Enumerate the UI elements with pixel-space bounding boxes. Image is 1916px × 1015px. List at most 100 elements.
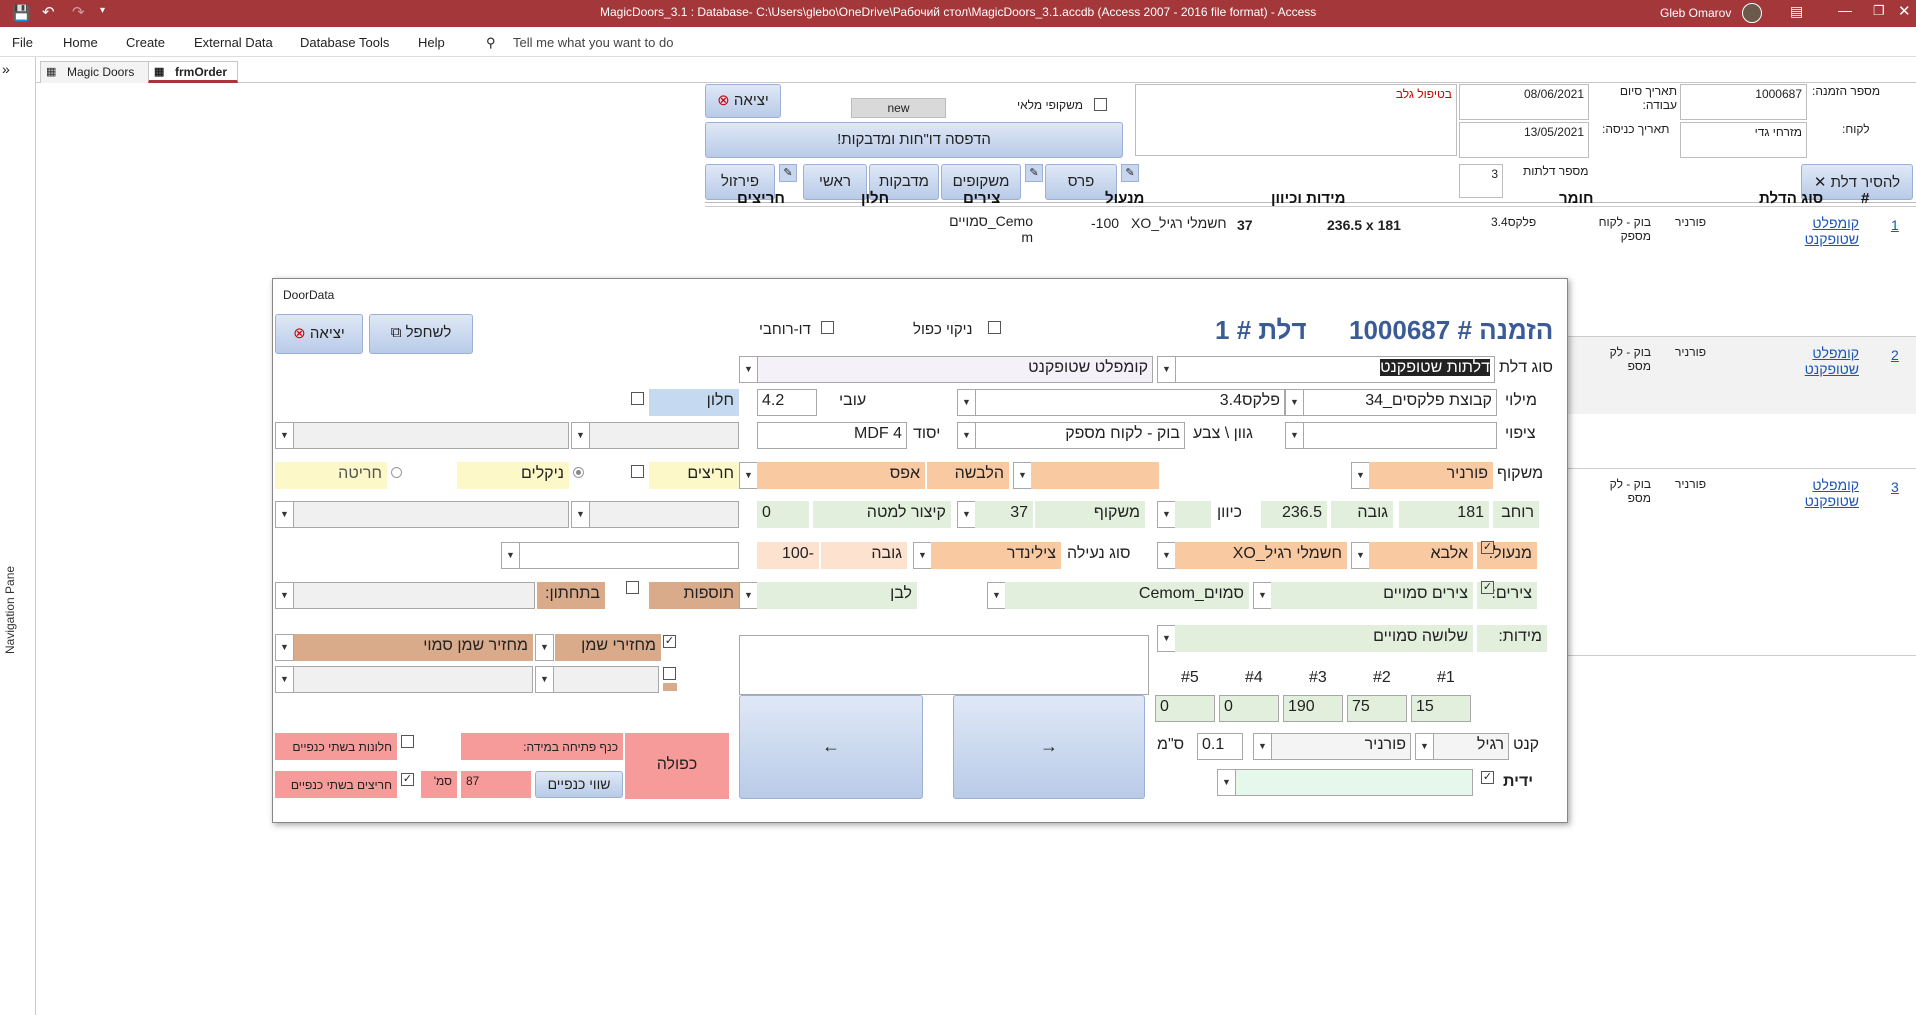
door-subtype-field[interactable]: קומפלט שטופקנט: [757, 356, 1153, 383]
lock1-field[interactable]: אלבא: [1369, 542, 1473, 569]
edge1-field[interactable]: רגיל: [1433, 733, 1509, 760]
fill1-field[interactable]: קבוצת פלקסים_34: [1303, 389, 1497, 416]
edit-pirzul-icon[interactable]: ✎: [779, 164, 797, 182]
direction-field[interactable]: [1175, 501, 1211, 528]
customer-field[interactable]: מזרחי גדי: [1680, 122, 1807, 158]
extra-lock-field[interactable]: [519, 542, 739, 569]
customize-icon[interactable]: ▾: [100, 5, 105, 16]
frame-field[interactable]: פורניר: [1369, 462, 1493, 489]
full-frames-checkbox[interactable]: [1094, 98, 1107, 111]
main-button[interactable]: ראשי: [803, 164, 867, 200]
table-row[interactable]: 1 קומפלט שטופקנט פורניר בוק - לקוח מספק …: [705, 206, 1916, 284]
height-field[interactable]: 236.5: [1261, 501, 1327, 528]
handle-dropdown-arrow[interactable]: ▼: [1217, 769, 1236, 796]
door-type-field[interactable]: דלתות שטופקנט: [1175, 356, 1495, 383]
row-door-type-link[interactable]: קומפלט שטופקנט: [1789, 477, 1859, 509]
hinges-color-field[interactable]: לבן: [757, 582, 917, 609]
lock-height-field[interactable]: -100: [757, 542, 819, 569]
engrave-radio[interactable]: [391, 467, 402, 478]
direction-dropdown-arrow[interactable]: ▼: [1157, 501, 1176, 528]
lock2-dropdown-arrow[interactable]: ▼: [1157, 542, 1176, 569]
width-field[interactable]: 181: [1399, 501, 1489, 528]
oil-dropdown-arrow[interactable]: ▼: [535, 634, 554, 661]
ribbon-options-icon[interactable]: ▤: [1790, 3, 1803, 20]
engrave-option[interactable]: חריטה: [275, 462, 387, 489]
exit-button[interactable]: ⊗ יציאה: [705, 84, 781, 118]
row-num-link[interactable]: 3: [1891, 479, 1899, 495]
frame-dropdown-arrow[interactable]: ▼: [1351, 462, 1370, 489]
oil-value-box[interactable]: מחזיר שמן סמוי: [293, 634, 533, 661]
window-type-field[interactable]: [589, 422, 739, 449]
hinges1-dropdown-arrow[interactable]: ▼: [1253, 582, 1272, 609]
clone-button[interactable]: ⧉ לשחפל: [369, 314, 473, 354]
save-icon[interactable]: 💾: [12, 4, 31, 22]
edge1-dropdown-arrow[interactable]: ▼: [1415, 733, 1434, 760]
print-reports-button[interactable]: הדפסה דו"חות ומדבקות!: [705, 122, 1123, 158]
wing-value-field[interactable]: 87: [461, 771, 531, 798]
order-no-field[interactable]: 1000687: [1680, 84, 1807, 120]
d5-field[interactable]: 0: [1155, 695, 1215, 722]
left-extra-dropdown-arrow[interactable]: ▼: [275, 634, 294, 661]
du-rohvi-checkbox[interactable]: [821, 321, 834, 334]
oil3-field[interactable]: [293, 666, 533, 693]
coat-field[interactable]: [1303, 422, 1497, 449]
dialog-exit-button[interactable]: ⊗ יציאה: [275, 314, 363, 354]
hinges2-dropdown-arrow[interactable]: ▼: [987, 582, 1006, 609]
window-type-dropdown-arrow[interactable]: ▼: [571, 422, 590, 449]
bottom-field[interactable]: [293, 582, 535, 609]
oil2-value-field[interactable]: [553, 666, 659, 693]
frame-color-dropdown-arrow[interactable]: ▼: [1013, 462, 1032, 489]
edge2-dropdown-arrow[interactable]: ▼: [1253, 733, 1272, 760]
oil-checkbox[interactable]: ✓: [663, 635, 676, 648]
prev-door-button[interactable]: ←: [739, 695, 923, 799]
finish-date-field[interactable]: 08/06/2021: [1459, 84, 1589, 120]
d1-field[interactable]: 15: [1411, 695, 1471, 722]
handler-field[interactable]: בטיפול גלב: [1135, 84, 1457, 156]
tab-magic-doors[interactable]: ▦ Magic Doors: [40, 61, 150, 83]
nickels-radio[interactable]: [573, 467, 584, 478]
window-size-field[interactable]: [293, 422, 569, 449]
fill1-dropdown-arrow[interactable]: ▼: [1285, 389, 1304, 416]
equal-wings-button[interactable]: שווי כנפיים: [535, 771, 623, 798]
grooves-type-field[interactable]: [589, 501, 739, 528]
lock2-field[interactable]: חשמלי רגיל_XO: [1175, 542, 1347, 569]
menu-create[interactable]: Create: [126, 35, 165, 50]
fill2-field[interactable]: פלקס3.4: [975, 389, 1285, 416]
base-field[interactable]: MDF 4: [757, 422, 907, 449]
handle-field[interactable]: [1235, 769, 1473, 796]
oil2-dropdown-arrow[interactable]: ▼: [535, 666, 554, 693]
hinges2-field[interactable]: סמוים_Cemom: [1005, 582, 1249, 609]
shorten-field[interactable]: 0: [757, 501, 809, 528]
latch-field[interactable]: צילינדר: [931, 542, 1061, 569]
hinges1-field[interactable]: צירים סמויים: [1271, 582, 1473, 609]
minimize-icon[interactable]: —: [1838, 2, 1852, 18]
door-subtype-dropdown-arrow[interactable]: ▼: [739, 356, 758, 383]
edit-frames-icon[interactable]: ✎: [1025, 164, 1043, 182]
navigation-pane[interactable]: » Navigation Pane: [0, 57, 36, 1015]
d4-field[interactable]: 0: [1219, 695, 1279, 722]
latch-dropdown-arrow[interactable]: ▼: [913, 542, 932, 569]
window-checkbox[interactable]: [631, 392, 644, 405]
thickness-field[interactable]: 4.2: [757, 389, 817, 416]
frame2-field[interactable]: 37: [975, 501, 1033, 528]
dims-field[interactable]: שלושה סמויים: [1175, 625, 1473, 652]
cover-field[interactable]: אפס: [757, 462, 925, 489]
oil2-checkbox[interactable]: [663, 667, 676, 680]
d3-field[interactable]: 190: [1283, 695, 1343, 722]
avatar[interactable]: [1742, 3, 1762, 23]
next-door-button[interactable]: →: [953, 695, 1145, 799]
undo-icon[interactable]: ↶: [42, 3, 55, 21]
window-size-dropdown-arrow[interactable]: ▼: [275, 422, 294, 449]
grooves-type-dropdown-arrow[interactable]: ▼: [571, 501, 590, 528]
cover-dropdown-arrow[interactable]: ▼: [739, 462, 758, 489]
color-field[interactable]: בוק - לקוח מספק: [975, 422, 1185, 449]
color-dropdown-arrow[interactable]: ▼: [957, 422, 976, 449]
menu-database-tools[interactable]: Database Tools: [300, 35, 389, 50]
close-icon[interactable]: ✕: [1898, 2, 1911, 20]
dims-dropdown-arrow[interactable]: ▼: [1157, 625, 1176, 652]
door-type-dropdown-arrow[interactable]: ▼: [1157, 356, 1176, 383]
menu-home[interactable]: Home: [63, 35, 98, 50]
windows-both-checkbox[interactable]: [401, 735, 414, 748]
new-field[interactable]: new: [851, 98, 946, 118]
lock-checkbox[interactable]: ✓: [1481, 541, 1494, 554]
